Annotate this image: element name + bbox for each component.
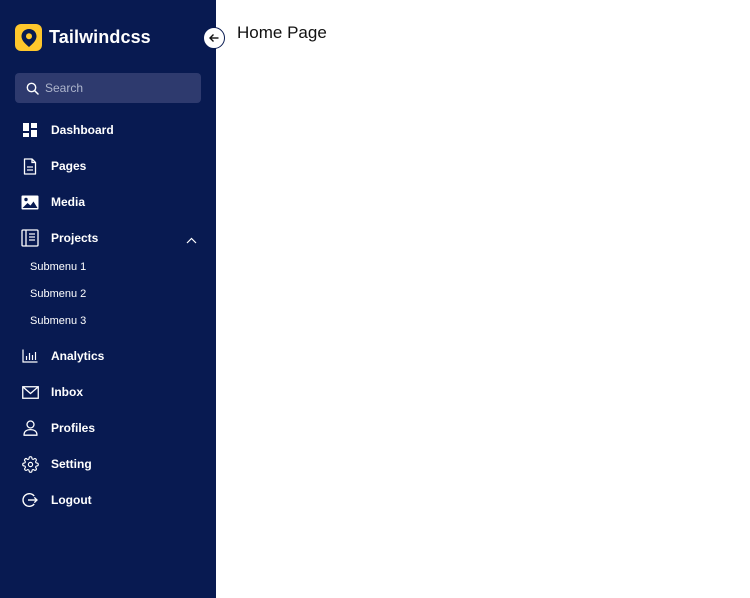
logout-icon xyxy=(21,491,39,509)
sidebar-item-setting[interactable]: Setting xyxy=(21,446,201,482)
sidebar-item-pages[interactable]: Pages xyxy=(21,148,201,184)
sidebar: Tailwindcss Dashboard xyxy=(0,0,216,598)
projects-icon xyxy=(21,229,39,247)
submenu-item-2[interactable]: Submenu 2 xyxy=(30,280,86,307)
image-icon xyxy=(21,193,39,211)
sidebar-item-label: Analytics xyxy=(51,349,105,363)
submenu-item-1[interactable]: Submenu 1 xyxy=(30,253,86,280)
mail-icon xyxy=(21,383,39,401)
search-input[interactable] xyxy=(45,81,185,95)
sidebar-toggle-button[interactable] xyxy=(203,27,225,49)
sidebar-item-label: Projects xyxy=(51,231,99,245)
sidebar-item-dashboard[interactable]: Dashboard xyxy=(21,112,201,148)
sidebar-item-profiles[interactable]: Profiles xyxy=(21,410,201,446)
sidebar-item-label: Media xyxy=(51,195,86,209)
logo-icon xyxy=(15,24,42,51)
submenu-item-3[interactable]: Submenu 3 xyxy=(30,307,86,334)
search-box[interactable] xyxy=(15,73,201,103)
page-title: Home Page xyxy=(237,23,327,42)
sidebar-item-logout[interactable]: Logout xyxy=(21,482,201,518)
user-icon xyxy=(21,419,39,437)
sidebar-item-label: Logout xyxy=(51,493,92,507)
dashboard-icon xyxy=(21,121,39,139)
page-icon xyxy=(21,157,39,175)
analytics-icon xyxy=(21,347,39,365)
sidebar-item-label: Profiles xyxy=(51,421,96,435)
gear-icon xyxy=(21,455,39,473)
brand-name: Tailwindcss xyxy=(49,27,151,47)
sidebar-item-label: Pages xyxy=(51,159,87,173)
sidebar-item-label: Dashboard xyxy=(51,123,114,137)
arrow-left-icon xyxy=(209,34,219,42)
sidebar-item-label: Setting xyxy=(51,457,92,471)
sidebar-item-inbox[interactable]: Inbox xyxy=(21,374,201,410)
sidebar-item-media[interactable]: Media xyxy=(21,184,201,220)
sidebar-item-analytics[interactable]: Analytics xyxy=(21,338,201,374)
sidebar-item-label: Inbox xyxy=(51,385,83,399)
chevron-up-icon[interactable] xyxy=(186,231,197,249)
search-icon xyxy=(26,82,39,95)
sidebar-item-projects[interactable]: Projects xyxy=(21,220,201,256)
brand[interactable]: Tailwindcss xyxy=(15,24,151,51)
